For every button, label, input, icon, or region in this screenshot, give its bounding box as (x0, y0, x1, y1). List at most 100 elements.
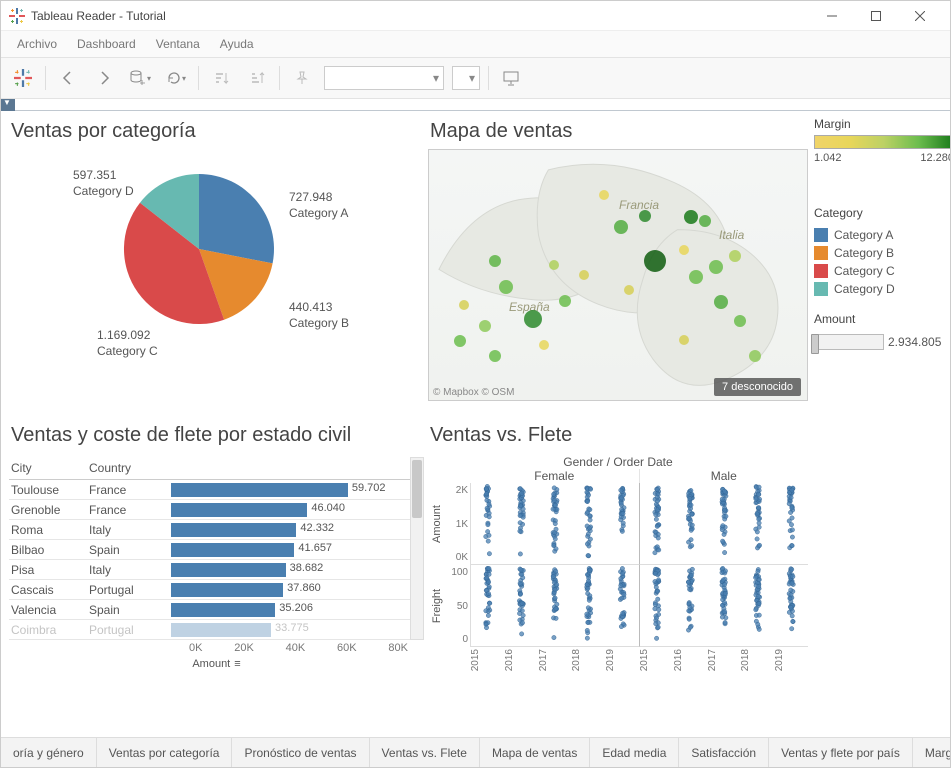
bars-title: Ventas y coste de flete por estado civil (9, 419, 424, 457)
minimize-button[interactable] (810, 2, 854, 30)
panel-map[interactable]: Mapa de ventas Francia España Italia (428, 115, 808, 415)
sheet-tab[interactable]: Ventas vs. Flete (370, 738, 480, 767)
bar-row[interactable]: ValenciaSpain35.206 (9, 600, 410, 620)
presentation-button[interactable] (497, 64, 525, 92)
pie-label-b-name: Category B (289, 315, 349, 331)
map-dot[interactable] (499, 280, 513, 294)
map-dot[interactable] (549, 260, 559, 270)
map-dot[interactable] (684, 210, 698, 224)
map-dot[interactable] (539, 340, 549, 350)
map-dot[interactable] (689, 270, 703, 284)
map-dot[interactable] (644, 250, 666, 272)
sheet-tab[interactable]: Ventas por categoría (97, 738, 233, 767)
maximize-button[interactable] (854, 2, 898, 30)
menu-dashboard[interactable]: Dashboard (69, 33, 144, 55)
forward-button[interactable] (90, 64, 118, 92)
sort-asc-button[interactable] (207, 64, 235, 92)
bars-col-country[interactable]: Country (87, 457, 169, 480)
map-dot[interactable] (459, 300, 469, 310)
map-dot[interactable] (714, 295, 728, 309)
map-dot[interactable] (699, 215, 711, 227)
sheet-tab[interactable]: oría y género (1, 738, 97, 767)
panel-bars[interactable]: Ventas y coste de flete por estado civil… (9, 419, 424, 737)
sheet-tab[interactable]: Mapa de ventas (480, 738, 590, 767)
panel-pie[interactable]: Ventas por categoría 727.948 Category A … (9, 115, 424, 415)
legend-category-a[interactable]: Category A (814, 226, 950, 244)
bar-value: 59.702 (352, 482, 386, 494)
map-credits: © Mapbox © OSM (433, 387, 514, 398)
map-dot[interactable] (679, 245, 689, 255)
sort-desc-button[interactable] (243, 64, 271, 92)
map-dot[interactable] (579, 270, 589, 280)
amount-filter-slider[interactable] (814, 334, 884, 350)
map-unknown-badge[interactable]: 7 desconocido (714, 378, 801, 396)
map-dot[interactable] (639, 210, 651, 222)
map-dot[interactable] (559, 295, 571, 307)
scatter-cell[interactable] (470, 483, 639, 565)
bar-row[interactable]: RomaItaly42.332 (9, 520, 410, 540)
map-dot[interactable] (524, 310, 542, 328)
sheet-tab[interactable]: Satisfacción (679, 738, 769, 767)
map-dot[interactable] (709, 260, 723, 274)
legend-margin-max: 12.280 (920, 152, 950, 164)
bar-row[interactable]: PisaItaly38.682 (9, 560, 410, 580)
map-dot[interactable] (734, 315, 746, 327)
map-dot[interactable] (489, 350, 501, 362)
tableau-logo-icon[interactable] (9, 64, 37, 92)
sheet-tab[interactable]: Margen vs. Am (913, 738, 950, 767)
scatter-col-female[interactable]: Female (470, 469, 640, 483)
map-dot[interactable] (729, 250, 741, 262)
bars-col-city[interactable]: City (9, 457, 87, 480)
dashboard-menu-toggle[interactable] (1, 99, 15, 111)
map-dot[interactable] (624, 285, 634, 295)
sheet-tab[interactable]: Ventas y flete por país (769, 738, 913, 767)
scatter-cell[interactable] (639, 483, 808, 565)
map-dot[interactable] (679, 335, 689, 345)
highlight-dropdown[interactable]: ▾ (452, 66, 480, 90)
scatter-cell[interactable] (470, 565, 639, 647)
map-dot[interactable] (749, 350, 761, 362)
close-button[interactable] (898, 2, 942, 30)
menu-ventana[interactable]: Ventana (148, 33, 208, 55)
toolbar-separator (45, 66, 46, 90)
bar-city: Grenoble (9, 500, 87, 520)
map-dot[interactable] (479, 320, 491, 332)
panel-legend: Margin 1.042 12.280 Category Category A … (812, 115, 950, 737)
map-label-france: Francia (619, 198, 659, 212)
legend-category-d[interactable]: Category D (814, 280, 950, 298)
menu-ayuda[interactable]: Ayuda (212, 33, 262, 55)
titlebar: Tableau Reader - Tutorial (1, 1, 950, 31)
bar-city: Cascais (9, 580, 87, 600)
map-dot[interactable] (599, 190, 609, 200)
bar-row[interactable]: CascaisPortugal37.860 (9, 580, 410, 600)
map-view[interactable]: Francia España Italia (428, 149, 808, 401)
bar-value: 35.206 (279, 602, 313, 614)
sheet-tab[interactable]: Edad media (590, 738, 679, 767)
bar-row[interactable]: GrenobleFrance46.040 (9, 500, 410, 520)
map-dot[interactable] (454, 335, 466, 347)
bar-row[interactable]: BilbaoSpain41.657 (9, 540, 410, 560)
sort-icon: ≡ (234, 658, 240, 670)
pin-button[interactable] (288, 64, 316, 92)
bar-city: Bilbao (9, 540, 87, 560)
back-button[interactable] (54, 64, 82, 92)
panel-scatter[interactable]: Ventas vs. Flete Gender / Order Date Fem… (428, 419, 808, 737)
scatter-col-male[interactable]: Male (640, 469, 809, 483)
legend-category-c[interactable]: Category C (814, 262, 950, 280)
refresh-button[interactable]: ▾ (162, 64, 190, 92)
sheet-tab[interactable]: Pronóstico de ventas (232, 738, 369, 767)
bar-row[interactable]: CoimbraPortugal33.775 (9, 620, 410, 640)
scatter-cell[interactable] (639, 565, 808, 647)
highlight-input[interactable]: ▾ (324, 66, 444, 90)
menu-archivo[interactable]: Archivo (9, 33, 65, 55)
scatter-header: Gender / Order Date (428, 455, 808, 469)
bars-scrollbar[interactable] (410, 457, 424, 640)
map-dot[interactable] (614, 220, 628, 234)
datasource-button[interactable]: ▾ (126, 64, 154, 92)
legend-margin-gradient[interactable] (814, 135, 950, 149)
map-dot[interactable] (489, 255, 501, 267)
bar-row[interactable]: ToulouseFrance 59.702 (9, 480, 410, 500)
bar-country: France (87, 480, 169, 500)
legend-category-b[interactable]: Category B (814, 244, 950, 262)
bar-city: Toulouse (9, 480, 87, 500)
